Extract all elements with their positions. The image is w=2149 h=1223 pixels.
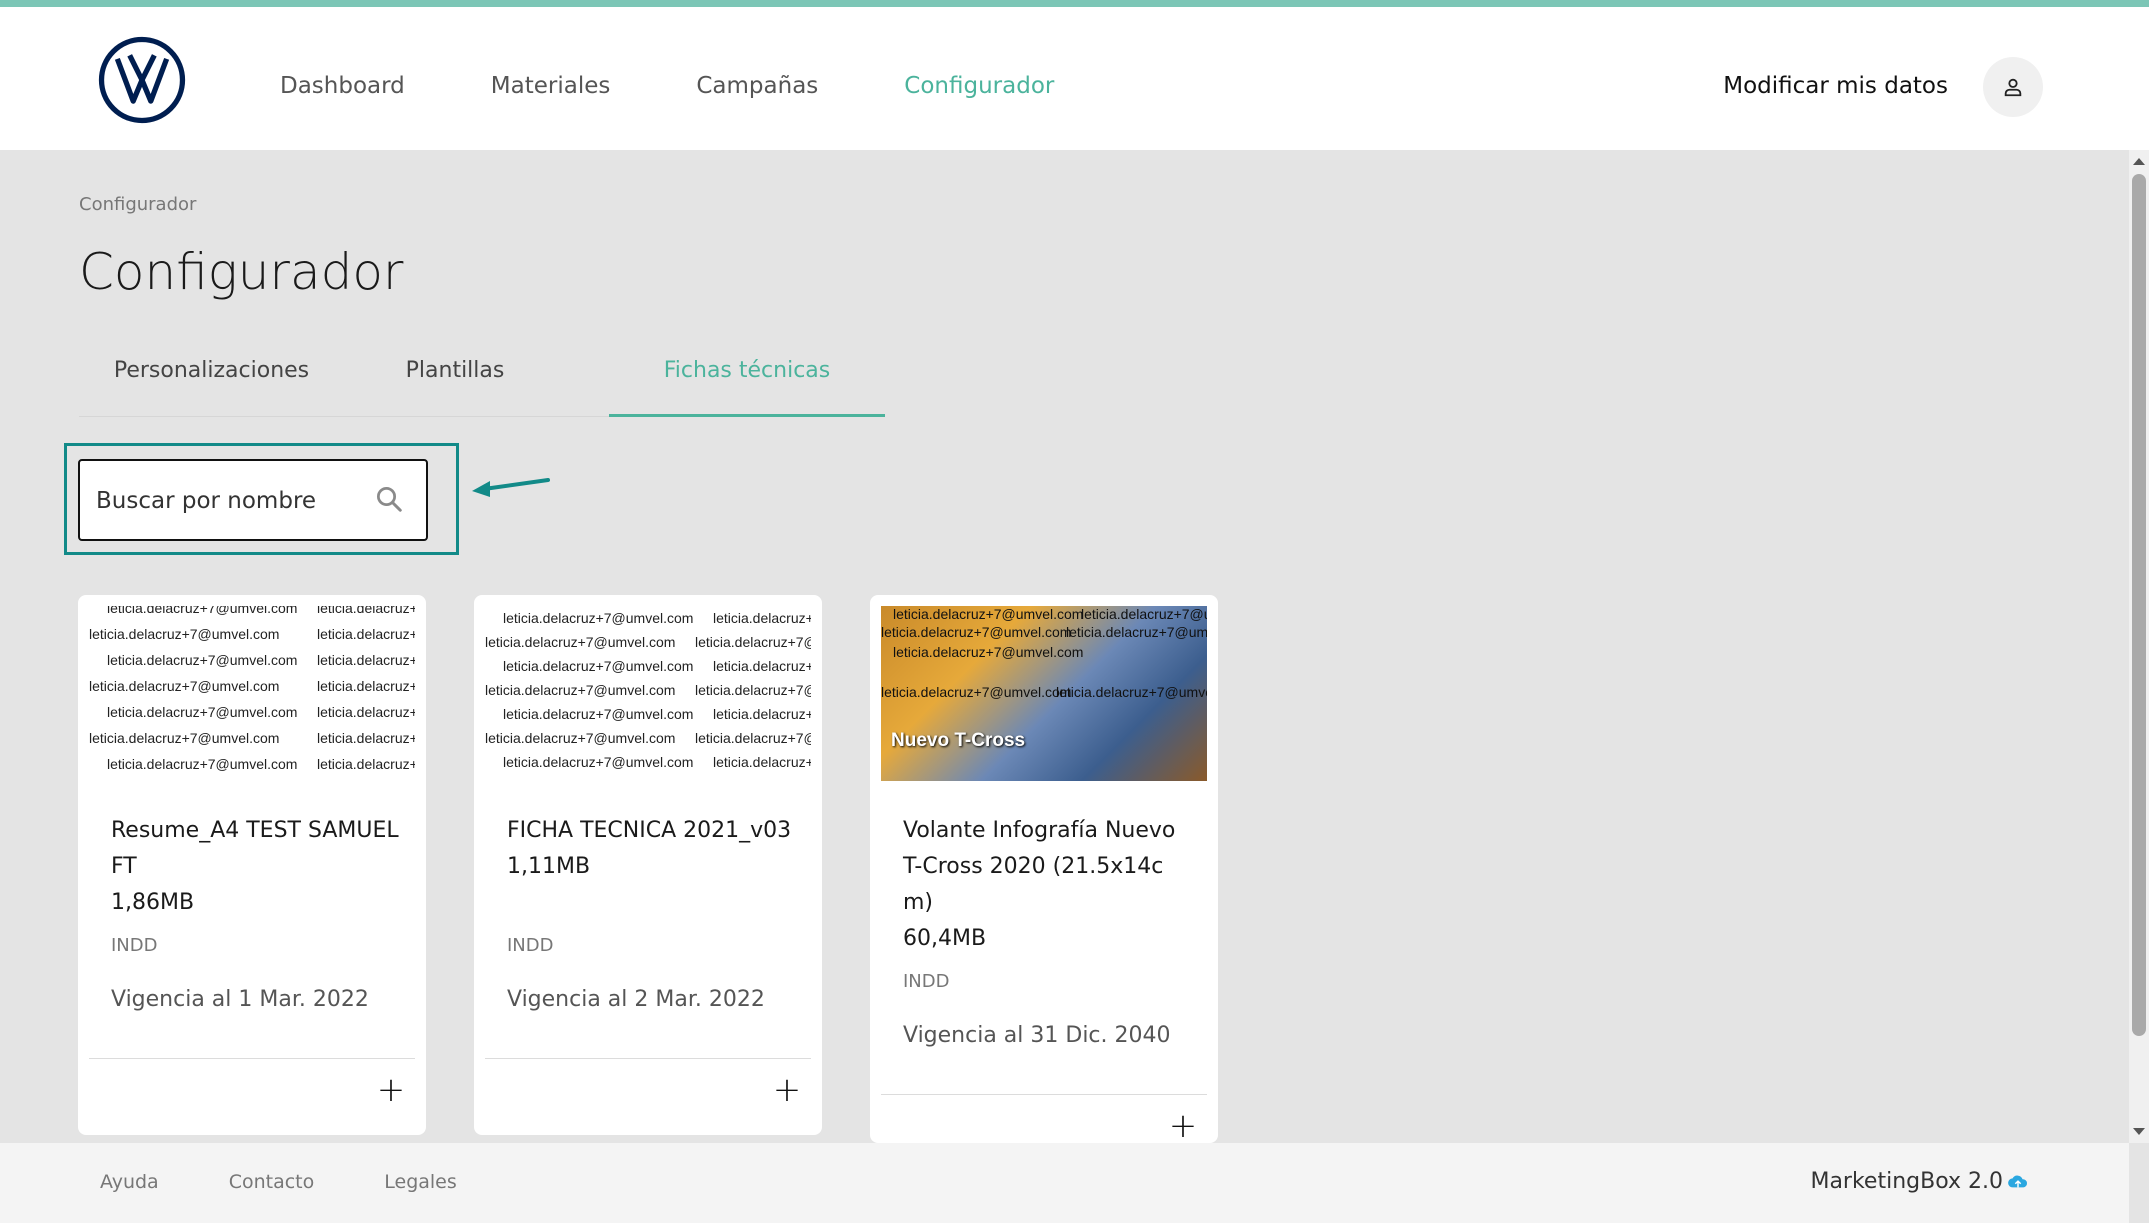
- file-card[interactable]: leticia.delacruz+7@umvel.com leticia.del…: [78, 595, 426, 1135]
- main-nav: Dashboard Materiales Campañas Configurad…: [280, 66, 1140, 106]
- card-divider: [485, 1058, 811, 1059]
- thumbnail-text: leticia.delacruz+7@umvel.com: [317, 606, 415, 616]
- thumbnail-text: leticia.delacruz+7@umvel.com: [485, 730, 676, 746]
- file-name: FICHA TECNICA 2021_v03 1,11MB: [507, 813, 797, 885]
- tab-bar: Personalizaciones Plantillas Fichas técn…: [79, 345, 885, 417]
- scroll-down-icon[interactable]: [2133, 1128, 2145, 1135]
- thumbnail-text: leticia.delacruz+7@umvel.com: [713, 754, 811, 770]
- thumbnail-text: leticia.delacruz+7@umvel.com: [317, 704, 415, 720]
- nav-campanas[interactable]: Campañas: [696, 66, 818, 106]
- thumbnail-text: leticia.delacruz+7@umvel.com: [317, 756, 415, 772]
- card-divider: [881, 1094, 1207, 1095]
- file-size: 60,4MB: [903, 926, 987, 951]
- nav-configurador[interactable]: Configurador: [904, 66, 1054, 106]
- thumbnail-text: leticia.delacruz+7@umvel.com: [695, 682, 811, 698]
- thumbnail-text: leticia.delacruz+7@umvel.com: [503, 754, 694, 770]
- thumbnail-text: leticia.delacruz+7@umvel.com: [107, 606, 298, 616]
- thumbnail-text: leticia.delacruz+7@umvel.com: [89, 678, 280, 694]
- annotation-arrow: [472, 478, 550, 497]
- add-icon[interactable]: +: [772, 1073, 802, 1107]
- thumbnail-text: leticia.delacruz+7@umvel.com: [317, 626, 415, 642]
- file-thumbnail: leticia.delacruz+7@umvel.com leticia.del…: [89, 606, 415, 781]
- user-profile-button[interactable]: [1983, 57, 2043, 117]
- file-size: 1,86MB: [111, 890, 195, 915]
- thumbnail-text: leticia.delacruz+7@umvel.com: [485, 634, 676, 650]
- file-thumbnail: leticia.delacruz+7@umvel.com leticia.del…: [881, 606, 1207, 781]
- search-input[interactable]: [96, 481, 366, 521]
- file-size: 1,11MB: [507, 854, 591, 879]
- nav-materiales[interactable]: Materiales: [491, 66, 611, 106]
- file-name: Resume_A4 TEST SAMUEL FT 1,86MB: [111, 813, 401, 921]
- file-type: INDD: [111, 935, 158, 956]
- file-type: INDD: [507, 935, 554, 956]
- footer-links: Ayuda Contacto Legales: [100, 1171, 527, 1193]
- footer-link-contacto[interactable]: Contacto: [229, 1171, 315, 1193]
- file-name-text: FICHA TECNICA 2021_v03: [507, 818, 792, 843]
- scroll-up-icon[interactable]: [2133, 158, 2145, 165]
- thumbnail-text: leticia.delacruz+7@umvel.com: [713, 658, 811, 674]
- thumbnail-text: leticia.delacruz+7@umvel.com: [317, 652, 415, 668]
- thumbnail-text: leticia.delacruz+7@umvel.com: [695, 634, 811, 650]
- footer-link-legales[interactable]: Legales: [384, 1171, 457, 1193]
- thumbnail-text: leticia.delacruz+7@umvel.com: [317, 730, 415, 746]
- tab-fichas-tecnicas[interactable]: Fichas técnicas: [609, 345, 885, 417]
- thumbnail-text: leticia.delacruz+7@umvel.com: [485, 682, 676, 698]
- brand-name: MarketingBox 2.0: [1810, 1169, 2003, 1194]
- thumbnail-text: leticia.delacruz+7@umvel.com: [89, 626, 280, 642]
- file-card[interactable]: leticia.delacruz+7@umvel.com leticia.del…: [870, 595, 1218, 1143]
- file-name-text: Resume_A4 TEST SAMUEL FT: [111, 818, 399, 879]
- search-icon[interactable]: [374, 484, 404, 514]
- thumbnail-text: leticia.delacruz+7@umvel.com: [107, 652, 298, 668]
- thumbnail-text: leticia.delacruz+7@umvel.com: [503, 706, 694, 722]
- file-thumbnail: leticia.delacruz+7@umvel.com leticia.del…: [485, 606, 811, 781]
- modify-data-link[interactable]: Modificar mis datos: [1723, 66, 1948, 106]
- breadcrumb[interactable]: Configurador: [79, 194, 196, 215]
- thumbnail-text: leticia.delacruz+7@umvel.com: [695, 730, 811, 746]
- vw-logo[interactable]: [98, 36, 186, 124]
- thumbnail-text: leticia.delacruz+7@umvel.com: [317, 678, 415, 694]
- thumbnail-text: leticia.delacruz+7@umvel.com: [503, 658, 694, 674]
- thumbnail-text: leticia.delacruz+7@umvel.com: [881, 684, 1072, 700]
- footer-brand: MarketingBox 2.0: [1810, 1169, 2029, 1194]
- footer: Ayuda Contacto Legales MarketingBox 2.0: [0, 1143, 2129, 1223]
- file-validity: Vigencia al 1 Mar. 2022: [111, 987, 369, 1012]
- cloud-icon: [2008, 1175, 2028, 1187]
- top-accent-strip: [0, 0, 2149, 7]
- thumbnail-text: leticia.delacruz+7@umvel.com: [893, 644, 1084, 660]
- thumbnail-text: leticia.delacruz+7@umvel.com: [713, 610, 811, 626]
- nav-dashboard[interactable]: Dashboard: [280, 66, 405, 106]
- file-name-text: Volante Infografía Nuevo T-Cross 2020 (2…: [903, 818, 1176, 915]
- file-card[interactable]: leticia.delacruz+7@umvel.com leticia.del…: [474, 595, 822, 1135]
- tab-personalizaciones[interactable]: Personalizaciones: [79, 345, 344, 417]
- footer-link-ayuda[interactable]: Ayuda: [100, 1171, 159, 1193]
- card-divider: [89, 1058, 415, 1059]
- file-type: INDD: [903, 971, 950, 992]
- tab-plantillas[interactable]: Plantillas: [365, 345, 545, 417]
- thumbnail-text: leticia.delacruz+7@umvel.com: [503, 610, 694, 626]
- file-name: Volante Infografía Nuevo T-Cross 2020 (2…: [903, 813, 1193, 957]
- thumbnail-title: Nuevo T-Cross: [891, 730, 1026, 751]
- search-field: [78, 459, 428, 541]
- vertical-scrollbar[interactable]: [2129, 150, 2149, 1143]
- user-icon: [2004, 78, 2022, 97]
- thumbnail-text: leticia.delacruz+7@umvel.com: [1056, 684, 1207, 700]
- file-validity: Vigencia al 2 Mar. 2022: [507, 987, 765, 1012]
- thumbnail-text: leticia.delacruz+7@umvel.com: [107, 704, 298, 720]
- page-title: Configurador: [79, 243, 404, 301]
- scroll-thumb[interactable]: [2132, 174, 2146, 1036]
- thumbnail-text: leticia.delacruz+7@umvel.com: [89, 730, 280, 746]
- thumbnail-text: leticia.delacruz+7@umvel.com: [107, 756, 298, 772]
- thumbnail-text: leticia.delacruz+7@umvel.com: [713, 706, 811, 722]
- top-header: Dashboard Materiales Campañas Configurad…: [0, 7, 2149, 150]
- thumbnail-text: leticia.delacruz+7@umvel.com: [1066, 624, 1207, 640]
- add-icon[interactable]: +: [1168, 1109, 1198, 1143]
- file-validity: Vigencia al 31 Dic. 2040: [903, 1023, 1171, 1048]
- add-icon[interactable]: +: [376, 1073, 406, 1107]
